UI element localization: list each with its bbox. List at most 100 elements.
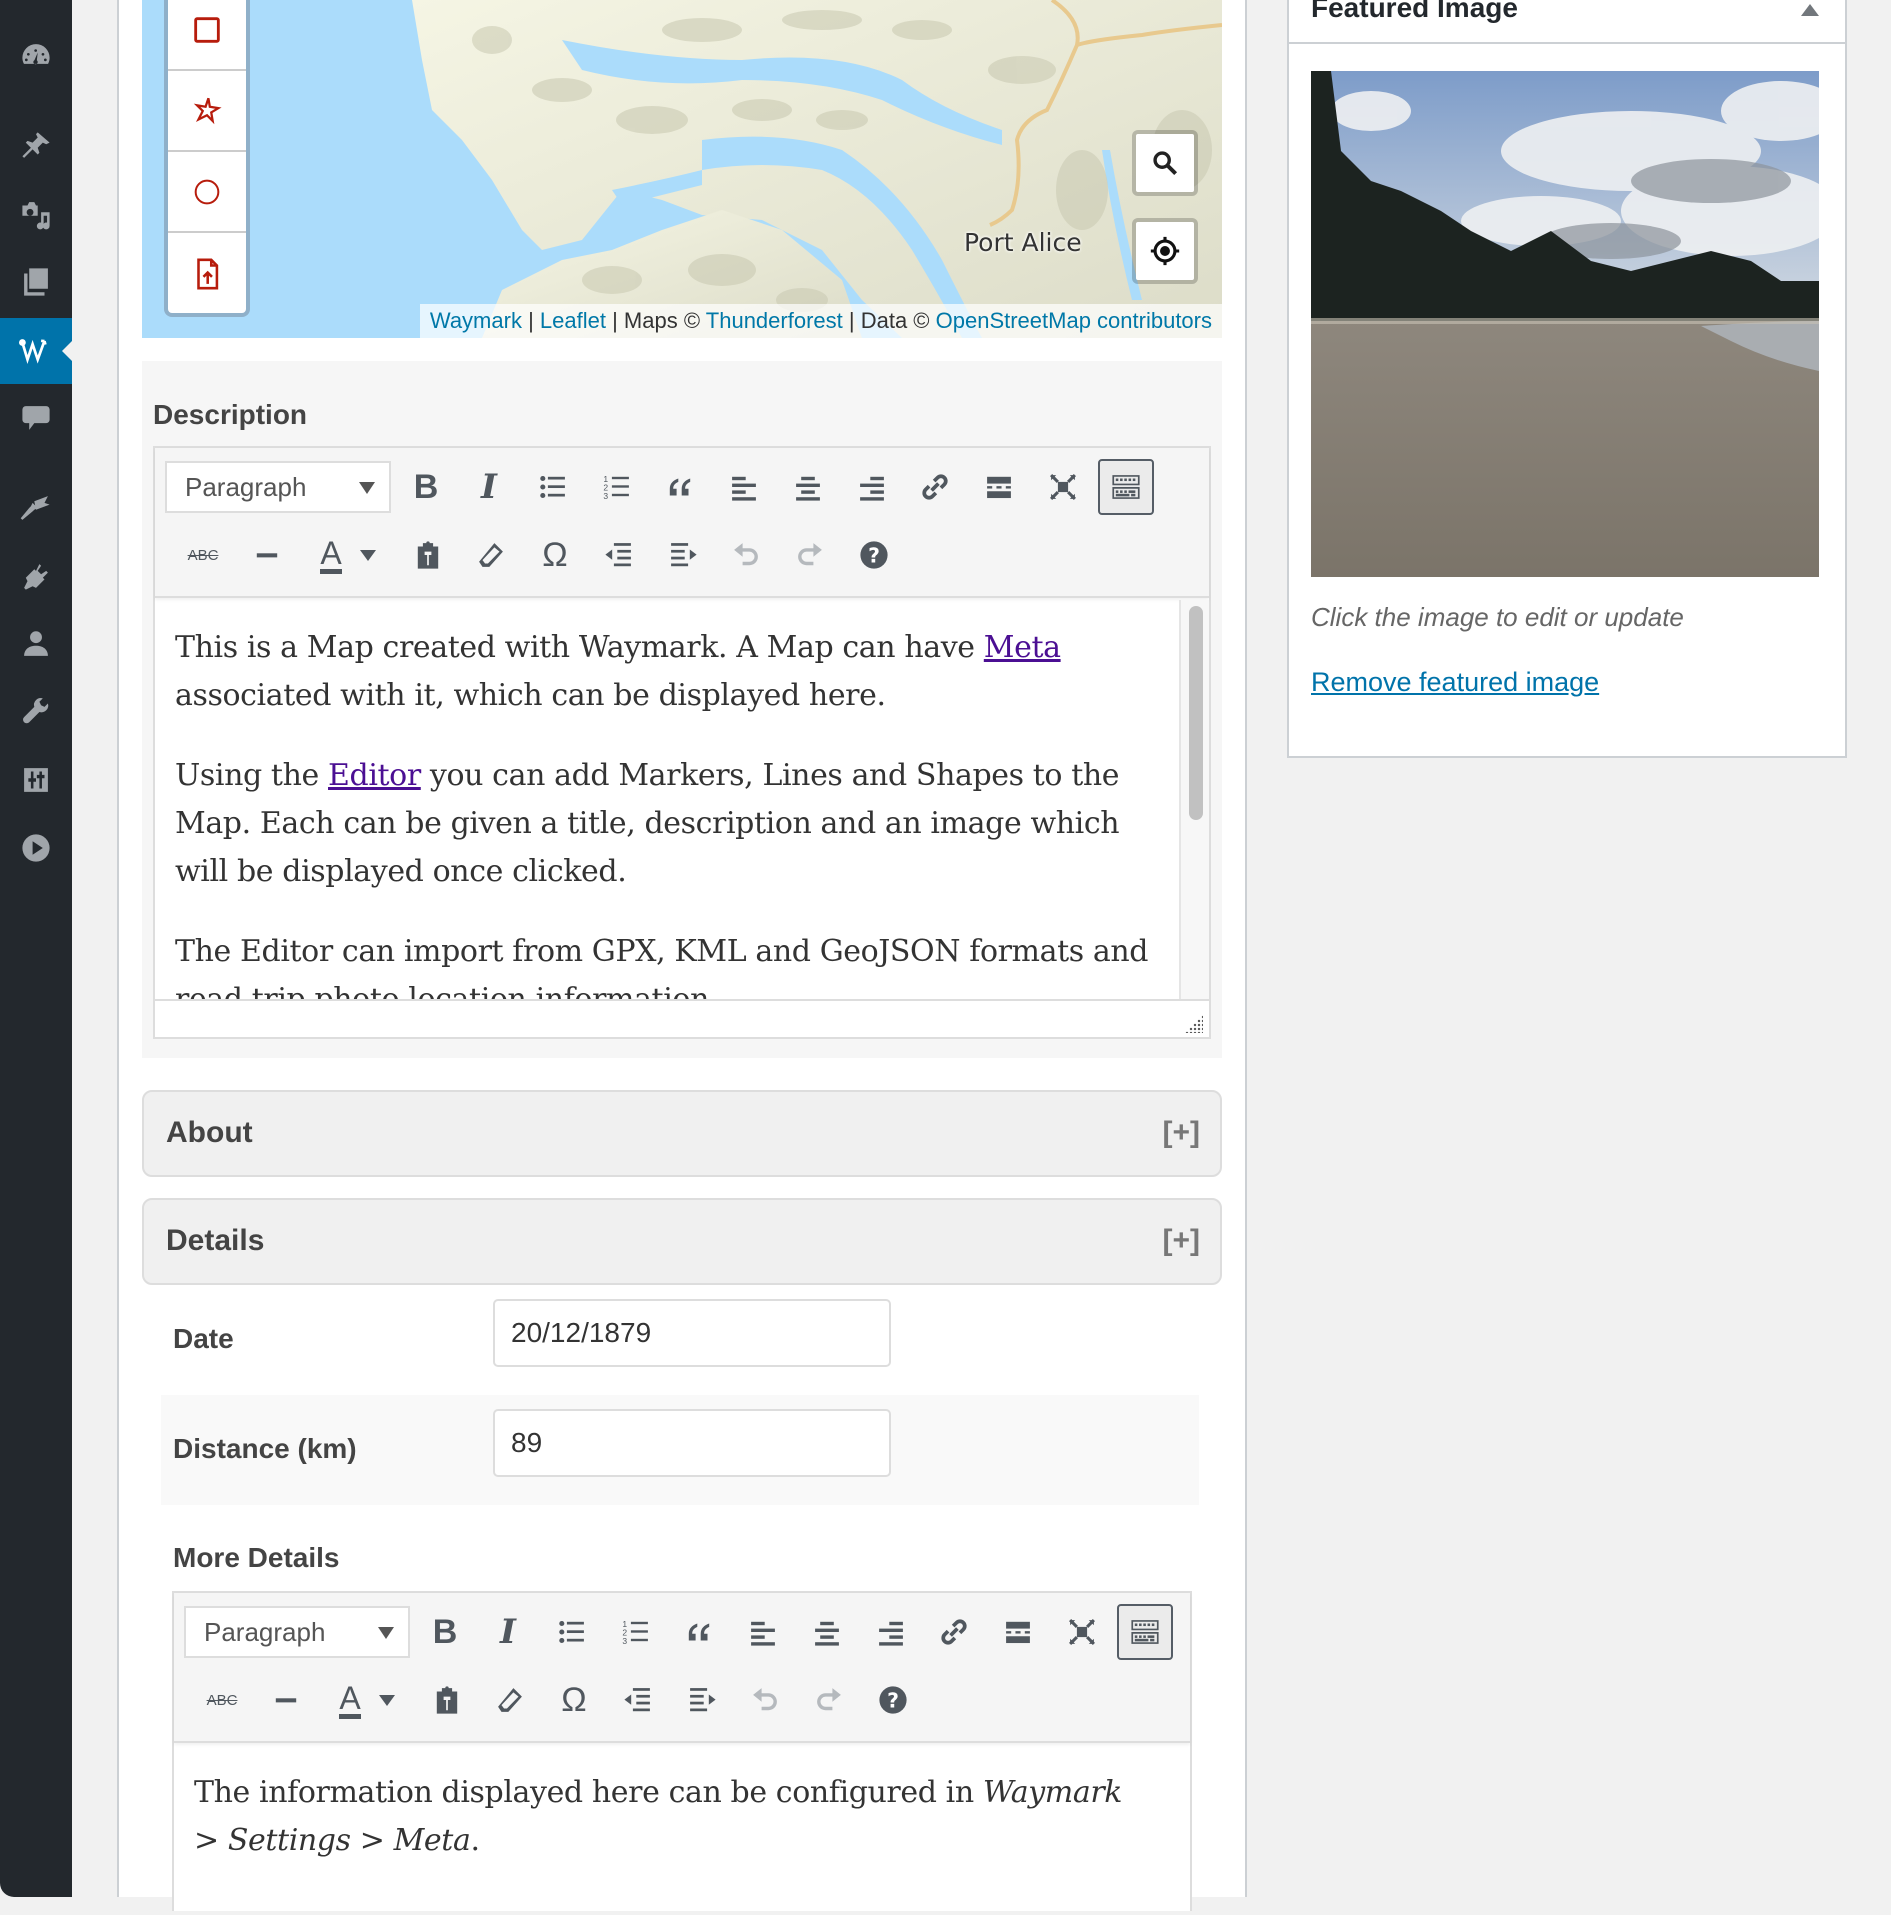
featured-image-header[interactable]: Featured Image — [1289, 0, 1845, 44]
details-expand-toggle[interactable]: [+] — [1163, 1224, 1201, 1258]
menu-waymark[interactable] — [0, 318, 72, 384]
read-more-button[interactable] — [971, 459, 1027, 515]
numbered-list-button[interactable]: 123 — [608, 1604, 664, 1660]
draw-circle-button[interactable] — [168, 152, 246, 233]
bold-button[interactable]: B — [398, 459, 454, 515]
menu-tools[interactable] — [0, 680, 72, 744]
indent-button[interactable] — [655, 527, 711, 583]
undo-button[interactable] — [737, 1672, 793, 1728]
menu-posts[interactable] — [0, 114, 72, 178]
indent-button[interactable] — [674, 1672, 730, 1728]
blockquote-button[interactable] — [652, 459, 708, 515]
link-button[interactable] — [926, 1604, 982, 1660]
waymark-link[interactable]: Waymark — [430, 308, 522, 333]
map-view[interactable]: Port Alice Waymark | Leaflet | Maps © Th… — [142, 0, 1222, 338]
special-character-button[interactable]: Ω — [527, 527, 583, 583]
draw-rectangle-button[interactable] — [168, 0, 246, 71]
resize-handle-icon[interactable] — [1185, 1015, 1203, 1033]
about-expand-toggle[interactable]: [+] — [1163, 1116, 1201, 1150]
date-input[interactable] — [493, 1299, 891, 1367]
clear-formatting-button[interactable] — [463, 527, 519, 583]
link-button[interactable] — [907, 459, 963, 515]
strikethrough-button[interactable]: ABC — [194, 1672, 250, 1728]
read-more-button[interactable] — [990, 1604, 1046, 1660]
chevron-down-icon — [359, 482, 375, 494]
toolbar-toggle-button[interactable] — [1098, 459, 1154, 515]
strikethrough-button[interactable]: ABC — [175, 527, 231, 583]
remove-featured-image-link[interactable]: Remove featured image — [1311, 667, 1599, 698]
redo-button[interactable] — [801, 1672, 857, 1728]
eraser-icon — [479, 543, 503, 567]
bulleted-list-icon — [540, 475, 565, 499]
featured-image-title: Featured Image — [1311, 0, 1518, 23]
clear-formatting-button[interactable] — [482, 1672, 538, 1728]
thunderforest-link[interactable]: Thunderforest — [706, 308, 843, 333]
distance-label: Distance (km) — [173, 1433, 357, 1464]
leaflet-link[interactable]: Leaflet — [540, 308, 606, 333]
details-section-header[interactable]: Details [+] — [142, 1198, 1222, 1285]
more-details-label: More Details — [173, 1542, 340, 1573]
horizontal-line-button[interactable] — [239, 527, 295, 583]
bulleted-list-button[interactable] — [525, 459, 581, 515]
menu-dashboard[interactable] — [0, 24, 72, 88]
text-color-dropdown[interactable] — [370, 1672, 404, 1728]
numbered-list-button[interactable]: 123 — [589, 459, 645, 515]
outdent-button[interactable] — [610, 1672, 666, 1728]
italic-button[interactable]: I — [461, 459, 517, 515]
menu-users[interactable] — [0, 612, 72, 676]
bulleted-list-button[interactable] — [544, 1604, 600, 1660]
collapse-toggle-icon[interactable] — [1801, 4, 1819, 16]
bold-button[interactable]: B — [417, 1604, 473, 1660]
featured-image-box: Featured Image Click the image to edit o… — [1287, 0, 1847, 758]
menu-pages[interactable] — [0, 250, 72, 314]
align-center-button[interactable] — [780, 459, 836, 515]
undo-button[interactable] — [718, 527, 774, 583]
blockquote-button[interactable] — [671, 1604, 727, 1660]
fullscreen-icon — [1069, 1619, 1095, 1645]
menu-media[interactable] — [0, 182, 72, 246]
search-icon — [1153, 151, 1178, 176]
menu-settings[interactable] — [0, 748, 72, 812]
italic-icon: I — [481, 467, 497, 507]
editor-link[interactable]: Editor — [328, 758, 421, 793]
fullscreen-button[interactable] — [1035, 459, 1091, 515]
menu-appearance[interactable] — [0, 476, 72, 540]
upload-file-button[interactable] — [168, 233, 246, 314]
format-select[interactable]: Paragraph — [184, 1606, 410, 1658]
fullscreen-button[interactable] — [1054, 1604, 1110, 1660]
openstreetmap-link[interactable]: OpenStreetMap contributors — [936, 308, 1212, 333]
text-color-dropdown[interactable] — [351, 527, 385, 583]
italic-button[interactable]: I — [480, 1604, 536, 1660]
featured-image-thumbnail[interactable] — [1311, 71, 1819, 577]
draw-marker-button[interactable] — [168, 71, 246, 152]
paste-as-text-button[interactable] — [419, 1672, 475, 1728]
toolbar-toggle-button[interactable] — [1117, 1604, 1173, 1660]
map-search-button[interactable] — [1132, 130, 1198, 196]
menu-comments[interactable] — [0, 386, 72, 450]
about-section-header[interactable]: About [+] — [142, 1090, 1222, 1177]
align-right-button[interactable] — [844, 459, 900, 515]
menu-plugins[interactable] — [0, 544, 72, 608]
align-left-button[interactable] — [716, 459, 772, 515]
align-left-button[interactable] — [735, 1604, 791, 1660]
redo-button[interactable] — [782, 527, 838, 583]
outdent-button[interactable] — [591, 527, 647, 583]
align-center-button[interactable] — [799, 1604, 855, 1660]
map-locate-button[interactable] — [1132, 218, 1198, 284]
menu-media-player[interactable] — [0, 816, 72, 880]
horizontal-line-button[interactable] — [258, 1672, 314, 1728]
help-button[interactable]: ? — [865, 1672, 921, 1728]
help-button[interactable]: ? — [846, 527, 902, 583]
more-details-content[interactable]: The information displayed here can be co… — [174, 1745, 1190, 1915]
format-select[interactable]: Paragraph — [165, 461, 391, 513]
description-content[interactable]: This is a Map created with Waymark. A Ma… — [155, 600, 1209, 1001]
distance-input[interactable] — [493, 1409, 891, 1477]
align-right-button[interactable] — [863, 1604, 919, 1660]
link-icon — [922, 474, 948, 500]
paste-as-text-button[interactable] — [400, 527, 456, 583]
meta-link[interactable]: Meta — [984, 630, 1061, 665]
scrollbar-thumb[interactable] — [1189, 606, 1203, 820]
media-icon — [22, 202, 50, 230]
editor-scrollbar[interactable] — [1179, 600, 1209, 1001]
special-character-button[interactable]: Ω — [546, 1672, 602, 1728]
